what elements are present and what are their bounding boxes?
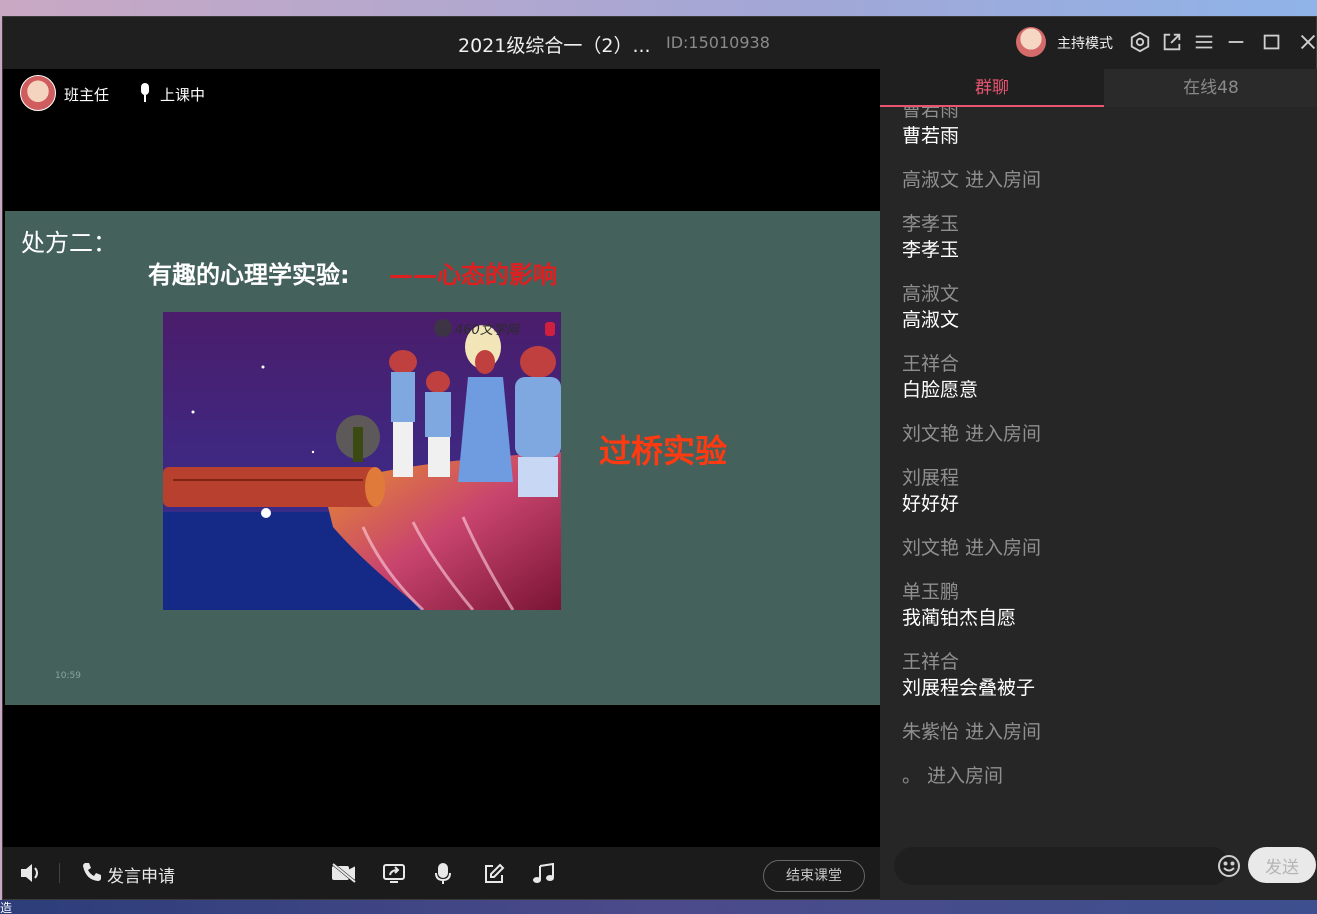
chat-message-sender: 朱紫怡 进入房间 xyxy=(902,721,1042,743)
class-status: 上课中 xyxy=(160,86,206,104)
chat-message-sender: 高淑文 xyxy=(902,283,960,305)
emoji-icon[interactable] xyxy=(1217,854,1241,878)
chat-message: 朱紫怡 进入房间 xyxy=(902,719,1302,745)
chat-message-text: 曹若雨 xyxy=(902,125,960,147)
teacher-avatar xyxy=(20,75,56,111)
chat-message: 刘展程 好好好 xyxy=(902,465,1302,517)
microphone-icon xyxy=(138,82,152,104)
chat-message: 王祥合刘展程会叠被子 xyxy=(902,649,1302,701)
app-window: 2021级综合一（2）... ID:15010938 主持模式 班主任 上课中 … xyxy=(2,16,1317,901)
chat-message: 。 进入房间 xyxy=(902,763,1302,789)
chat-panel: 群聊 在线48 曹若雨 曹若雨 高淑文 进入房间 李孝玉 李孝玉 高淑文 高淑文 王祥合 白脸愿… xyxy=(880,69,1317,901)
popout-icon[interactable] xyxy=(1161,31,1183,53)
speaker-icon[interactable] xyxy=(19,862,43,884)
chat-message-text: 白脸愿意 xyxy=(902,379,979,401)
minimize-icon[interactable] xyxy=(1225,31,1247,53)
phone-icon[interactable] xyxy=(81,861,103,883)
host-mode-toggle[interactable]: 主持模式 xyxy=(1057,33,1113,53)
chat-tabs: 群聊 在线48 xyxy=(880,69,1317,107)
chat-message-sender: 曹若雨 xyxy=(902,107,960,121)
message-list: 曹若雨 曹若雨 高淑文 进入房间 李孝玉 李孝玉 高淑文 高淑文 王祥合 白脸愿意 刘文艳 进入房… xyxy=(902,107,1302,807)
chat-message-text: 高淑文 xyxy=(902,309,960,331)
maximize-icon[interactable] xyxy=(1261,31,1283,53)
chat-message-sender: 刘展程 xyxy=(902,467,960,489)
send-button[interactable]: 发送 xyxy=(1248,847,1316,883)
chat-message-sender: 刘文艳 进入房间 xyxy=(902,423,1042,445)
teacher-name: 班主任 xyxy=(64,86,110,104)
slide-side-label: 过桥实验 xyxy=(599,432,728,470)
speak-request-button[interactable]: 发言申请 xyxy=(107,862,175,887)
edit-icon[interactable] xyxy=(483,863,505,885)
chat-message: 高淑文 进入房间 xyxy=(902,167,1302,193)
chat-message-text: 刘展程会叠被子 xyxy=(902,677,1036,699)
chat-message-sender: 李孝玉 xyxy=(902,213,960,235)
picture-watermark: 460文学网 xyxy=(455,322,521,338)
slide-subtitle: 有趣的心理学实验: xyxy=(148,261,350,289)
chat-message: 刘文艳 进入房间 xyxy=(902,535,1302,561)
chat-message: 单玉鹏 我蔺铂杰自愿 xyxy=(902,579,1302,631)
close-icon[interactable] xyxy=(1297,31,1317,53)
settings-icon[interactable] xyxy=(1129,31,1151,53)
cartoon-bridge-picture: 460文学网 xyxy=(163,312,561,610)
presentation-slide: 处方二： 有趣的心理学实验: ——心态的影响 460文学网 过桥实验 10:59 xyxy=(5,211,880,705)
chat-message-text: 李孝玉 xyxy=(902,239,960,261)
control-separator xyxy=(59,863,60,883)
tab-online[interactable]: 在线48 xyxy=(1104,69,1317,107)
slide-subtitle-red: ——心态的影响 xyxy=(389,261,557,289)
chat-message-sender: 。 进入房间 xyxy=(902,765,1004,787)
screen-share-icon[interactable] xyxy=(382,863,406,883)
window-title: 2021级综合一（2）... xyxy=(458,35,651,57)
host-avatar[interactable] xyxy=(1016,27,1046,57)
chat-message-sender: 刘文艳 进入房间 xyxy=(902,537,1042,559)
chat-message-text: 好好好 xyxy=(902,493,960,515)
video-area: 班主任 上课中 处方二： 有趣的心理学实验: ——心态的影响 460文学网 过桥… xyxy=(3,69,880,899)
chat-message-text: 我蔺铂杰自愿 xyxy=(902,607,1017,629)
chat-message-sender: 高淑文 进入房间 xyxy=(902,169,1042,191)
music-icon[interactable] xyxy=(532,863,556,885)
chat-message-sender: 王祥合 xyxy=(902,651,960,673)
chat-message: 李孝玉 李孝玉 xyxy=(902,211,1302,263)
microphone-toggle-icon[interactable] xyxy=(434,862,452,886)
chat-message: 王祥合 白脸愿意 xyxy=(902,351,1302,403)
menu-icon[interactable] xyxy=(1193,31,1215,53)
end-class-button[interactable]: 结束课堂 xyxy=(763,860,865,892)
chat-message: 曹若雨 曹若雨 xyxy=(902,107,1302,149)
camera-off-icon[interactable] xyxy=(331,863,357,883)
slide-timestamp: 10:59 xyxy=(55,671,81,681)
chat-message-sender: 单玉鹏 xyxy=(902,581,960,603)
chat-message-sender: 王祥合 xyxy=(902,353,960,375)
chat-message: 高淑文 高淑文 xyxy=(902,281,1302,333)
chat-input[interactable] xyxy=(894,847,1230,885)
tab-group-chat[interactable]: 群聊 xyxy=(880,69,1104,107)
chat-input-bar: 发送 xyxy=(880,842,1317,901)
control-bar: 发言申请 结束课堂 xyxy=(3,847,880,899)
taskbar xyxy=(0,900,1317,914)
chat-message: 刘文艳 进入房间 xyxy=(902,421,1302,447)
room-id: ID:15010938 xyxy=(666,33,770,52)
chat-messages[interactable]: 曹若雨 曹若雨 高淑文 进入房间 李孝玉 李孝玉 高淑文 高淑文 王祥合 白脸愿意 刘文艳 进入房… xyxy=(880,107,1317,842)
title-bar: 2021级综合一（2）... ID:15010938 主持模式 xyxy=(3,17,1316,69)
slide-heading: 处方二： xyxy=(21,229,117,257)
taskbar-label: 造 xyxy=(0,901,13,914)
